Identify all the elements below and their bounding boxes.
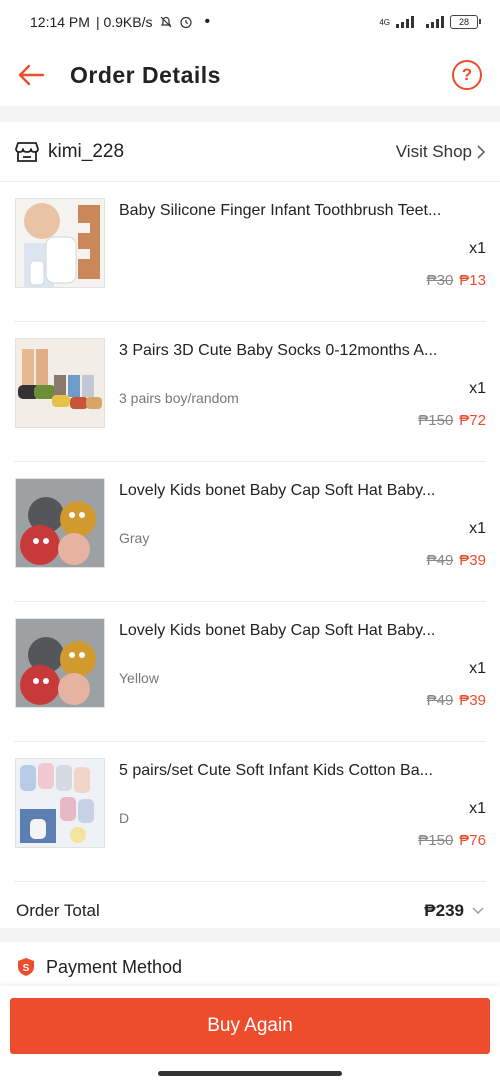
product-variant: D <box>119 810 130 826</box>
payment-method-row[interactable]: S Payment Method <box>0 942 500 992</box>
order-item[interactable]: Baby Silicone Finger Infant Toothbrush T… <box>14 182 486 322</box>
original-price: ₱30 <box>426 272 454 289</box>
signal-icon-2 <box>426 16 444 28</box>
original-price: ₱150 <box>418 832 454 849</box>
order-card: kimi_228 Visit Shop Baby Silicone Finger… <box>0 122 500 928</box>
original-price: ₱150 <box>418 412 454 429</box>
order-total-label: Order Total <box>16 901 100 920</box>
shield-icon: S <box>18 958 34 976</box>
buy-again-button[interactable]: Buy Again <box>10 998 490 1054</box>
product-quantity: x1 <box>469 380 486 397</box>
status-speed: | 0.9KB/s <box>95 14 153 30</box>
sale-price: ₱39 <box>459 692 486 709</box>
price-group: ₱49 ₱39 <box>427 552 486 569</box>
order-item[interactable]: 3 Pairs 3D Cute Baby Socks 0-12months A.… <box>14 322 486 462</box>
svg-text:S: S <box>23 963 30 974</box>
product-name: Baby Silicone Finger Infant Toothbrush T… <box>119 202 442 219</box>
status-right: 4G 28 <box>379 15 481 29</box>
price-group: ₱49 ₱39 <box>427 692 486 709</box>
original-price: ₱49 <box>426 692 454 709</box>
price-group: ₱150 ₱72 <box>418 412 486 429</box>
product-name: Lovely Kids bonet Baby Cap Soft Hat Baby… <box>119 482 436 499</box>
product-thumbnail <box>15 198 105 288</box>
product-quantity: x1 <box>469 240 486 257</box>
product-variant: Yellow <box>119 670 159 686</box>
product-thumbnail <box>15 478 105 568</box>
order-item[interactable]: Lovely Kids bonet Baby Cap Soft Hat Baby… <box>14 602 486 742</box>
visit-shop-link[interactable]: Visit Shop <box>396 142 486 162</box>
shop-icon <box>15 141 39 162</box>
signal-icon <box>396 16 414 28</box>
network-label: 4G <box>379 17 390 27</box>
page-title: Order Details <box>70 61 221 88</box>
order-total-row[interactable]: Order Total ₱239 <box>0 882 500 940</box>
product-thumbnail <box>15 618 105 708</box>
product-quantity: x1 <box>469 520 486 537</box>
chevron-right-icon <box>477 144 486 159</box>
order-total-value: ₱239 <box>424 901 484 921</box>
battery-level: 28 <box>458 17 469 27</box>
alarm-icon <box>179 16 192 29</box>
battery-icon: 28 <box>450 15 481 29</box>
product-name: Lovely Kids bonet Baby Cap Soft Hat Baby… <box>119 622 436 639</box>
back-button[interactable] <box>16 60 46 90</box>
sale-price: ₱39 <box>459 552 486 569</box>
status-left: 12:14 PM | 0.9KB/s • <box>30 13 210 31</box>
shop-row: kimi_228 Visit Shop <box>0 122 500 182</box>
order-item[interactable]: Lovely Kids bonet Baby Cap Soft Hat Baby… <box>14 462 486 602</box>
product-quantity: x1 <box>469 800 486 817</box>
price-group: ₱30 ₱13 <box>427 272 486 289</box>
shop-name: kimi_228 <box>48 140 125 162</box>
product-name: 5 pairs/set Cute Soft Infant Kids Cotton… <box>119 762 433 779</box>
original-price: ₱49 <box>426 552 454 569</box>
dot-icon: • <box>204 13 211 30</box>
bottom-action-bar: Buy Again <box>0 986 500 1083</box>
mute-bell-icon <box>160 16 171 28</box>
price-group: ₱150 ₱76 <box>418 832 486 849</box>
product-thumbnail <box>15 338 105 428</box>
home-indicator[interactable] <box>158 1071 342 1076</box>
sale-price: ₱76 <box>459 832 486 849</box>
product-variant: 3 pairs boy/random <box>119 390 239 406</box>
product-thumbnail <box>15 758 105 848</box>
help-button[interactable]: ? <box>452 60 482 90</box>
sale-price: ₱72 <box>459 412 486 429</box>
product-quantity: x1 <box>469 660 486 677</box>
question-circle-icon: ? <box>461 65 473 84</box>
product-name: 3 Pairs 3D Cute Baby Socks 0-12months A.… <box>119 342 438 359</box>
chevron-down-icon <box>472 907 484 914</box>
arrow-left-icon <box>18 64 45 86</box>
order-total-amount: ₱239 <box>424 901 464 920</box>
app-header: Order Details ? <box>0 44 500 106</box>
status-time: 12:14 PM <box>30 14 90 30</box>
visit-shop-label: Visit Shop <box>395 141 472 161</box>
status-bar: 12:14 PM | 0.9KB/s • 4G 28 <box>0 0 500 44</box>
product-variant: Gray <box>119 530 150 546</box>
order-item[interactable]: 5 pairs/set Cute Soft Infant Kids Cotton… <box>14 742 486 882</box>
sale-price: ₱13 <box>459 272 486 289</box>
payment-method-label: Payment Method <box>46 956 183 977</box>
